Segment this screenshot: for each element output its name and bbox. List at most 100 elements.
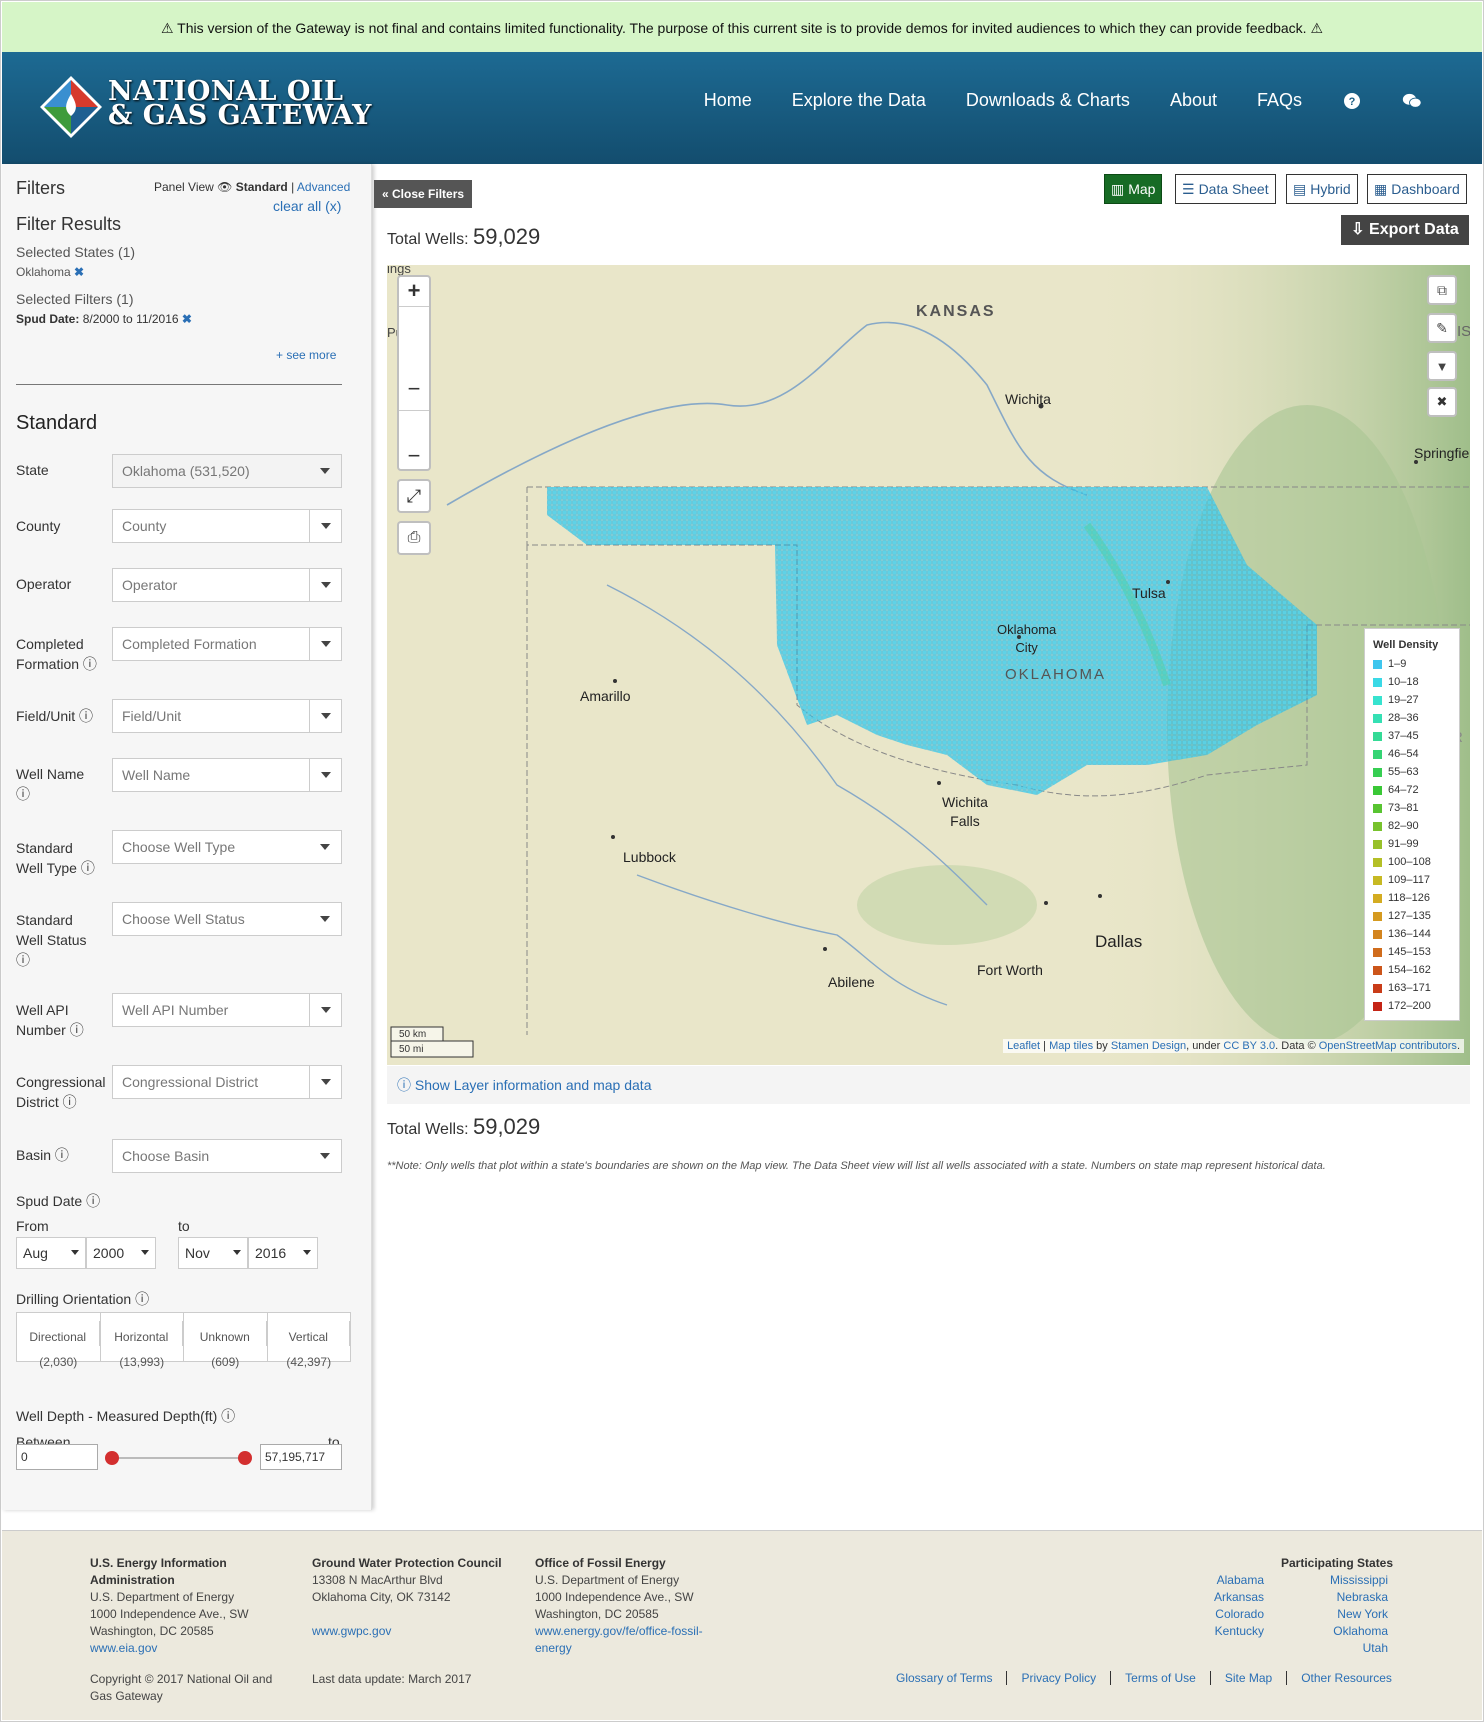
view-data-sheet-button[interactable]: ☰ Data Sheet — [1175, 174, 1276, 204]
county-select[interactable]: County — [112, 509, 342, 543]
well-status-select[interactable]: Choose Well Status — [112, 902, 342, 936]
footer-fe-link-2[interactable]: energy — [535, 1641, 572, 1655]
zoom-out-button[interactable]: − — [399, 445, 429, 469]
state-link[interactable]: Kentucky — [1214, 1623, 1264, 1640]
show-layer-info-link[interactable]: Show Layer information and map data — [415, 1077, 652, 1093]
help-icon[interactable]: ⓘ — [55, 1147, 69, 1163]
pencil-icon[interactable]: ✎ — [1427, 313, 1457, 343]
footer-fe-link[interactable]: www.energy.gov/fe/office-fossil- — [535, 1624, 703, 1638]
panel-advanced-option[interactable]: Advanced — [297, 180, 350, 194]
operator-select[interactable]: Operator — [112, 568, 342, 602]
help-icon[interactable]: ⓘ — [221, 1408, 235, 1424]
help-icon[interactable]: ⓘ — [135, 1291, 149, 1307]
footer-link-other-resources[interactable]: Other Resources — [1287, 1671, 1406, 1685]
map-canvas[interactable] — [387, 265, 1470, 1065]
layer-info-bar[interactable]: ⓘ Show Layer information and map data — [387, 1066, 1470, 1104]
license-link[interactable]: CC BY 3.0 — [1223, 1040, 1275, 1052]
close-icon[interactable]: ✖ — [1427, 387, 1457, 417]
see-more-link[interactable]: + see more — [276, 348, 336, 362]
map-tiles-link[interactable]: Map tiles — [1049, 1040, 1093, 1052]
to-year-select[interactable]: 2016 — [248, 1237, 318, 1269]
depth-slider-track[interactable] — [112, 1457, 246, 1459]
remove-icon[interactable]: ✖ — [74, 265, 84, 279]
footer-gwpc-link[interactable]: www.gwpc.gov — [312, 1624, 391, 1638]
nav-faqs[interactable]: FAQs — [1257, 90, 1302, 111]
chat-icon[interactable] — [1402, 91, 1422, 111]
help-icon[interactable]: ? — [1342, 91, 1362, 111]
spud-date-label-text: Spud Date — [16, 1193, 83, 1209]
nav-about[interactable]: About — [1170, 90, 1217, 111]
close-filters-button[interactable]: « Close Filters — [374, 180, 473, 208]
footer-eia-link[interactable]: www.eia.gov — [90, 1641, 157, 1655]
zoom-slider-track[interactable] — [399, 411, 429, 445]
basin-select[interactable]: Choose Basin — [112, 1139, 342, 1173]
state-select[interactable]: Oklahoma (531,520) — [112, 454, 342, 488]
print-icon[interactable]: ⎙ — [397, 521, 431, 555]
well-type-select[interactable]: Choose Well Type — [112, 830, 342, 864]
state-link[interactable]: Colorado — [1214, 1606, 1264, 1623]
help-icon[interactable]: ⓘ — [16, 784, 84, 804]
field-unit-select[interactable]: Field/Unit — [112, 699, 342, 733]
well-api-select[interactable]: Well API Number — [112, 993, 342, 1027]
help-icon[interactable]: ⓘ — [70, 1022, 84, 1038]
state-link[interactable]: Nebraska — [1318, 1589, 1388, 1606]
help-icon[interactable]: ⓘ — [79, 708, 93, 724]
help-icon[interactable]: ⓘ — [63, 1094, 77, 1110]
layers-icon[interactable]: ⧉ — [1427, 275, 1457, 305]
orientation-vertical[interactable]: Vertical (42,397) — [268, 1313, 350, 1369]
leaflet-link[interactable]: Leaflet — [1007, 1040, 1040, 1052]
stamen-link[interactable]: Stamen Design — [1111, 1040, 1186, 1052]
state-link[interactable]: Oklahoma — [1318, 1623, 1388, 1640]
zoom-slider[interactable] — [399, 307, 429, 371]
depth-slider-min-handle[interactable] — [105, 1451, 119, 1465]
help-icon[interactable]: ⓘ — [86, 1193, 100, 1209]
export-data-button[interactable]: ⇩ Export Data — [1341, 215, 1469, 245]
zoom-slider-handle[interactable]: − — [399, 371, 429, 411]
view-map-button[interactable]: ▥ Map — [1104, 174, 1163, 204]
orientation-directional[interactable]: Directional (2,030) — [17, 1313, 101, 1369]
osm-link[interactable]: OpenStreetMap contributors — [1319, 1040, 1457, 1052]
footer-link-glossary[interactable]: Glossary of Terms — [882, 1671, 1008, 1685]
from-year-select[interactable]: 2000 — [86, 1237, 156, 1269]
logo-text[interactable]: NATIONAL OIL & GAS GATEWAY — [108, 78, 372, 129]
view-dashboard-button[interactable]: ▦ Dashboard — [1367, 174, 1467, 204]
nav-home[interactable]: Home — [704, 90, 752, 111]
footer-link-privacy[interactable]: Privacy Policy — [1007, 1671, 1112, 1685]
fullscreen-icon[interactable]: ⤢ — [397, 479, 431, 513]
footer-link-terms[interactable]: Terms of Use — [1111, 1671, 1211, 1685]
panel-standard-option[interactable]: Standard — [236, 180, 288, 194]
state-link[interactable]: New York — [1318, 1606, 1388, 1623]
legend-range: 109–117 — [1388, 874, 1431, 886]
footer-link-sitemap[interactable]: Site Map — [1211, 1671, 1288, 1685]
well-name-select[interactable]: Well Name — [112, 758, 342, 792]
to-month-select[interactable]: Nov — [178, 1237, 248, 1269]
state-link[interactable]: Arkansas — [1214, 1589, 1264, 1606]
nav-explore-data[interactable]: Explore the Data — [792, 90, 926, 111]
well-api-label: Well API Number ⓘ — [16, 1000, 84, 1040]
completed-formation-select[interactable]: Completed Formation — [112, 627, 342, 661]
state-link[interactable]: Utah — [1318, 1640, 1388, 1657]
view-hybrid-label: Hybrid — [1310, 181, 1351, 197]
legend-range: 91–99 — [1388, 838, 1419, 850]
gateway-logo-icon[interactable] — [38, 74, 104, 140]
help-icon[interactable]: ⓘ — [83, 656, 97, 672]
view-hybrid-button[interactable]: ▤ Hybrid — [1286, 174, 1358, 204]
depth-max-input[interactable]: 57,195,717 — [260, 1444, 342, 1470]
nav-downloads-charts[interactable]: Downloads & Charts — [966, 90, 1130, 111]
depth-min-input[interactable]: 0 — [16, 1444, 98, 1470]
state-link[interactable]: Mississippi — [1318, 1572, 1388, 1589]
from-month-select[interactable]: Aug — [16, 1237, 86, 1269]
zoom-in-button[interactable]: + — [399, 277, 429, 307]
well-map[interactable]: KANSAS Wichita Tulsa Oklahoma City OKLAHO… — [387, 265, 1470, 1065]
help-icon[interactable]: ⓘ — [81, 860, 95, 876]
congressional-select[interactable]: Congressional District — [112, 1065, 342, 1099]
legend-range: 28–36 — [1388, 712, 1419, 724]
remove-icon[interactable]: ✖ — [182, 312, 192, 326]
orientation-horizontal[interactable]: Horizontal (13,993) — [101, 1313, 184, 1369]
orientation-unknown[interactable]: Unknown (609) — [184, 1313, 268, 1369]
filter-icon[interactable]: ▼ — [1427, 351, 1457, 381]
state-link[interactable]: Alabama — [1214, 1572, 1264, 1589]
depth-slider-max-handle[interactable] — [238, 1451, 252, 1465]
clear-all-link[interactable]: clear all (x) — [273, 198, 341, 214]
help-icon[interactable]: ⓘ — [16, 950, 87, 970]
